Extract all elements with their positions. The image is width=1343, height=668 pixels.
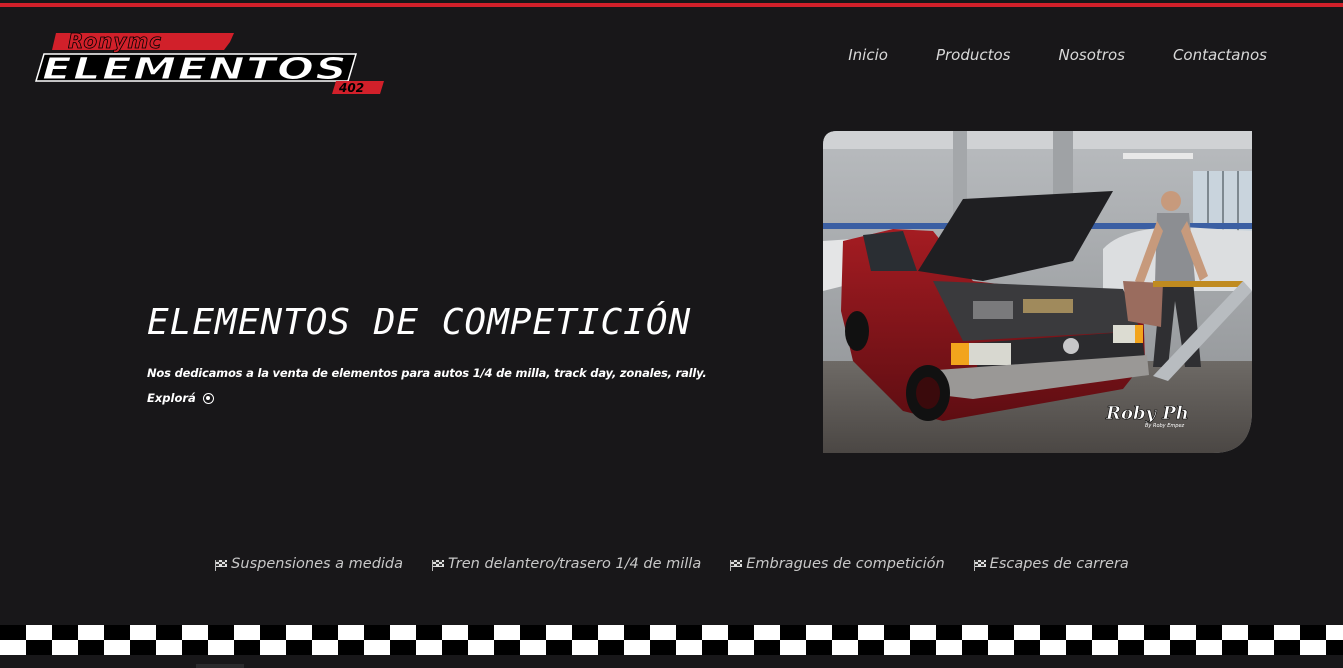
svg-text:ELEMENTOS: ELEMENTOS — [42, 52, 348, 87]
service-item: Tren delantero/trasero 1/4 de milla — [431, 556, 701, 572]
brand-logo[interactable]: Ronymc ELEMENTOS 402 — [34, 30, 386, 98]
hero-car-photo: Roby Ph By Roby Empez — [823, 131, 1252, 453]
service-item: Suspensiones a medida — [214, 556, 403, 572]
checkered-flag-icon — [973, 559, 987, 571]
service-item: Escapes de carrera — [973, 556, 1129, 572]
hero-description: Nos dedicamos a la venta de elementos pa… — [147, 366, 707, 380]
service-item: Embragues de competición — [729, 556, 945, 572]
checkered-flag-icon — [431, 559, 445, 571]
service-label: Suspensiones a medida — [231, 556, 404, 572]
svg-text:402: 402 — [338, 81, 364, 95]
service-label: Escapes de carrera — [989, 556, 1129, 572]
checkered-strip — [0, 625, 1343, 655]
nav-item-inicio[interactable]: Inicio — [848, 45, 888, 65]
top-accent-bar — [0, 3, 1343, 7]
circle-dot-icon — [202, 392, 214, 404]
services-list: Suspensiones a medida Tren delantero/tra… — [0, 556, 1343, 572]
checkered-flag-icon — [729, 559, 743, 571]
checkered-flag-icon — [214, 559, 228, 571]
explore-label: Explorá — [147, 391, 196, 405]
svg-text:Roby Ph: Roby Ph — [1105, 403, 1189, 424]
svg-text:Ronymc: Ronymc — [68, 30, 162, 53]
hero-title: ELEMENTOS DE COMPETICIÓN — [147, 302, 692, 343]
bottom-scroll-tab — [196, 664, 244, 668]
main-nav: Inicio Productos Nosotros Contactanos — [800, 45, 1267, 65]
landing-page: Ronymc ELEMENTOS 402 Inicio Productos No… — [0, 0, 1343, 668]
nav-item-productos[interactable]: Productos — [936, 45, 1011, 65]
service-label: Tren delantero/trasero 1/4 de milla — [448, 556, 702, 572]
explore-link[interactable]: Explorá — [147, 391, 214, 405]
nav-item-nosotros[interactable]: Nosotros — [1059, 45, 1125, 65]
svg-text:By Roby Empez: By Roby Empez — [1145, 423, 1185, 429]
service-label: Embragues de competición — [746, 556, 945, 572]
nav-item-contactanos[interactable]: Contactanos — [1173, 45, 1267, 65]
